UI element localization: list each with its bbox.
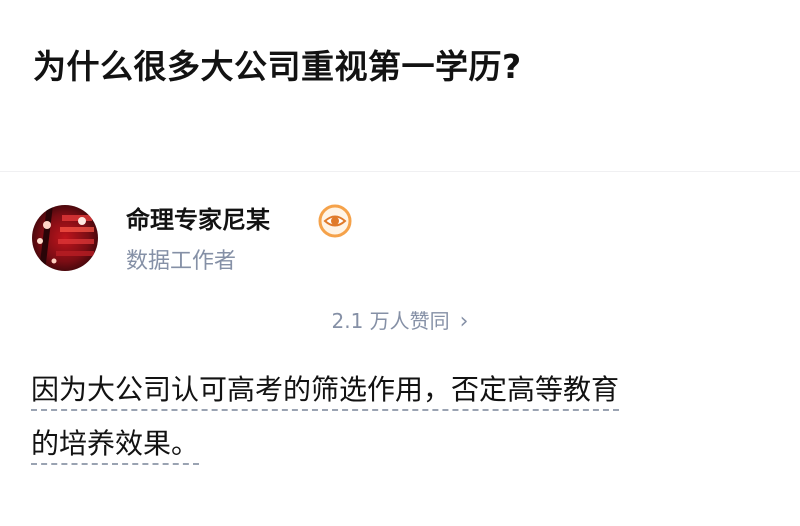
eye-badge-icon [318,204,352,238]
answer-line: 的培养效果。 [31,427,200,465]
vote-count-text: 2.1 万人赞同 [331,309,450,333]
author-avatar[interactable] [32,205,98,271]
vote-count-link[interactable]: 2.1 万人赞同 › [0,305,800,338]
answer-content[interactable]: 因为大公司认可高考的筛选作用，否定高等教育 的培养效果。 [31,363,771,471]
answer-page: 为什么很多大公司重视第一学历? 命理专家尼某 数据工作者 2.1 万人赞同 › … [0,0,800,526]
author-headline: 数据工作者 [126,249,237,274]
avatar-image [32,205,98,271]
chevron-right-icon: › [459,309,469,334]
question-title[interactable]: 为什么很多大公司重视第一学历? [33,44,522,90]
author-name[interactable]: 命理专家尼某 [126,202,270,238]
answer-line: 因为大公司认可高考的筛选作用，否定高等教育 [31,373,620,411]
section-divider [0,171,800,172]
